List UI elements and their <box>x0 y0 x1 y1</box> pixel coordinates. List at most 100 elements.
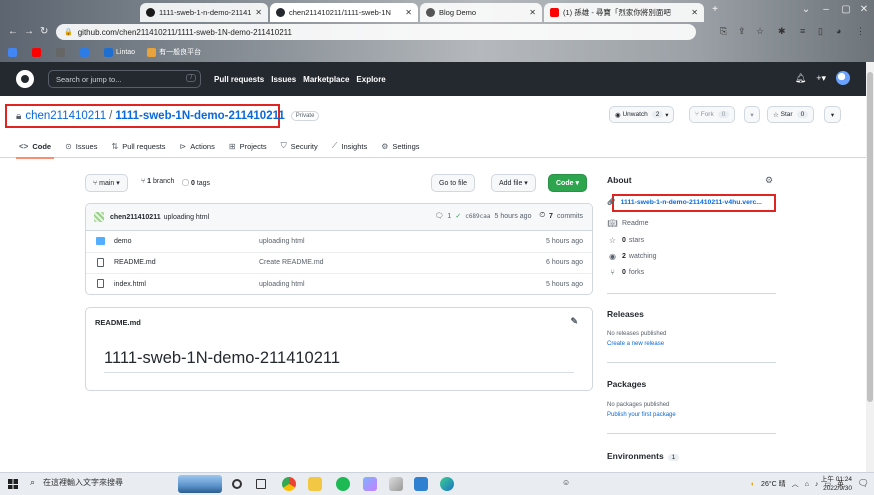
nav-pull-requests[interactable]: Pull requests <box>214 75 264 84</box>
watching-link[interactable]: ◉ 2 watching <box>607 252 657 261</box>
file-commit-message[interactable]: uploading html <box>259 281 305 288</box>
file-commit-message[interactable]: uploading html <box>259 238 305 245</box>
bookmark-star-icon[interactable]: ☆ <box>756 26 764 37</box>
minimize-button[interactable]: – <box>816 4 836 15</box>
branch-select[interactable]: ⑂ main ▾ <box>85 174 128 192</box>
side-panel-icon[interactable]: ▯ <box>818 26 823 37</box>
file-explorer-icon[interactable] <box>308 477 322 491</box>
commits-word[interactable]: commits <box>557 213 583 220</box>
file-commit-message[interactable]: Create README.md <box>259 259 324 266</box>
stars-link[interactable]: ☆ 0 stars <box>607 236 644 245</box>
bookmark-item[interactable]: 有一般良平台 <box>147 47 201 57</box>
branches-link[interactable]: ⑂ 1 branch <box>141 178 174 185</box>
new-tab-button[interactable]: + <box>705 4 725 15</box>
fork-dropdown-button[interactable]: ▾ <box>744 106 760 123</box>
nav-marketplace[interactable]: Marketplace <box>303 75 349 84</box>
tab-actions[interactable]: ⊳ Actions <box>180 134 215 158</box>
environments-title[interactable]: Environments 1 <box>607 451 680 461</box>
tray-chevron-up-icon[interactable]: ︿ <box>792 479 799 489</box>
edge-icon[interactable] <box>440 477 454 491</box>
bookmark-item[interactable] <box>80 47 92 57</box>
table-row[interactable]: README.md Create README.md 6 hours ago <box>86 253 592 274</box>
edit-pencil-icon[interactable]: ✎ <box>570 316 578 327</box>
fork-button[interactable]: ⑂ Fork 0 <box>689 106 736 123</box>
maximize-button[interactable]: ▢ <box>836 4 856 15</box>
page-scrollbar[interactable] <box>866 62 874 472</box>
app-icon[interactable] <box>363 477 377 491</box>
weather-text[interactable]: 26°C 晴 <box>761 479 786 489</box>
taskbar-search-input[interactable]: ⌕ 在這裡輸入文字來搜尋 <box>30 477 123 488</box>
search-highlight-image[interactable] <box>178 475 222 493</box>
table-row[interactable]: demo uploading html 5 hours ago <box>86 231 592 253</box>
packages-title[interactable]: Packages <box>607 379 646 389</box>
bookmark-item[interactable]: Lintao <box>104 47 135 57</box>
tab-code[interactable]: <> Code <box>15 134 55 159</box>
search-input[interactable]: Search or jump to... / <box>48 70 201 88</box>
browser-tab-1[interactable]: 1111-sweb-1-n-demo-211410 ✕ <box>140 3 268 22</box>
check-icon[interactable]: ✓ <box>455 212 461 220</box>
people-icon[interactable]: ☺ <box>562 478 570 487</box>
forks-link[interactable]: ⑂ 0 forks <box>607 268 644 277</box>
tab-close-icon[interactable]: ✕ <box>529 8 536 17</box>
homepage-link[interactable]: 🔗︎ 1111-sweb-1-n-demo-211410211-v4hu.verc… <box>607 198 762 206</box>
tab-settings[interactable]: ⚙ Settings <box>381 134 419 158</box>
gear-icon[interactable]: ⚙ <box>765 175 773 186</box>
app-icon[interactable] <box>389 477 403 491</box>
translate-icon[interactable]: ⎘ <box>720 26 727 37</box>
nav-issues[interactable]: Issues <box>271 75 296 84</box>
tab-insights[interactable]: ⟋ Insights <box>332 134 367 158</box>
spotify-icon[interactable] <box>336 477 350 491</box>
address-bar[interactable]: 🔒 github.com/chen211410211/1111-sweb-1N-… <box>56 24 696 40</box>
chrome-icon[interactable] <box>282 477 296 491</box>
vscode-icon[interactable] <box>414 477 428 491</box>
create-new-plus-icon[interactable]: +▾ <box>816 73 826 84</box>
commit-sha[interactable]: c689caa <box>465 213 490 220</box>
bookmark-item[interactable] <box>56 47 68 57</box>
file-name[interactable]: index.html <box>114 281 146 288</box>
network-icon[interactable]: ⌂ <box>805 481 809 488</box>
tab-pull-requests[interactable]: ⇅ Pull requests <box>111 134 165 158</box>
tab-security[interactable]: ⛉ Security <box>281 134 318 158</box>
forward-icon[interactable]: → <box>24 26 34 37</box>
commit-count[interactable]: 7 <box>549 213 553 220</box>
repo-name-link[interactable]: 1111-sweb-1N-demo-211410211 <box>115 110 284 122</box>
task-view-icon[interactable] <box>256 479 266 489</box>
file-name[interactable]: README.md <box>114 259 156 266</box>
scrollbar-thumb[interactable] <box>867 72 873 402</box>
commit-author[interactable]: chen211410211 <box>110 214 161 221</box>
comment-count[interactable]: 1 <box>447 213 451 220</box>
author-avatar[interactable] <box>94 212 104 222</box>
commit-message[interactable]: uploading html <box>164 214 210 221</box>
tab-issues[interactable]: ⊙ Issues <box>65 134 97 158</box>
tab-search-icon[interactable]: ⌄ <box>796 4 816 15</box>
reading-list-icon[interactable]: ≡ <box>800 26 805 36</box>
close-window-button[interactable]: ✕ <box>854 4 874 15</box>
code-button[interactable]: Code ▾ <box>548 174 587 192</box>
profile-avatar[interactable]: ◕ <box>836 26 841 36</box>
extensions-icon[interactable]: ✱ <box>778 26 786 37</box>
browser-menu-icon[interactable]: ⋮ <box>856 26 865 37</box>
create-release-link[interactable]: Create a new release <box>607 341 664 347</box>
tags-link[interactable]: ⃝ 0 tags <box>189 178 210 188</box>
add-file-button[interactable]: Add file ▾ <box>491 174 536 192</box>
tab-close-icon[interactable]: ✕ <box>405 8 412 17</box>
releases-title[interactable]: Releases <box>607 309 644 319</box>
tab-projects[interactable]: ⊞ Projects <box>229 134 267 158</box>
go-to-file-button[interactable]: Go to file <box>431 174 476 192</box>
nav-explore[interactable]: Explore <box>356 75 385 84</box>
readme-link[interactable]: 📖︎ Readme <box>607 219 648 228</box>
tab-close-icon[interactable]: ✕ <box>255 8 262 17</box>
notification-center-icon[interactable]: 🗨︎ <box>858 478 869 489</box>
repo-owner-link[interactable]: chen211410211 <box>25 110 106 122</box>
taskbar-clock[interactable]: 上午 01:24 2022/9/30 <box>821 475 852 493</box>
volume-icon[interactable]: ♪ <box>815 481 819 488</box>
weather-icon[interactable]: ◐ <box>751 481 755 488</box>
file-name[interactable]: demo <box>114 238 132 245</box>
publish-package-link[interactable]: Publish your first package <box>607 412 676 418</box>
browser-tab-4[interactable]: (1) 孫雄 - 尋寶「烈家你將別面吧 ✕ <box>544 3 704 22</box>
browser-tab-2[interactable]: chen211410211/1111-sweb-1N ✕ <box>270 3 418 22</box>
unwatch-button[interactable]: ◉ Unwatch 2 ▾ <box>609 106 675 123</box>
bookmark-item[interactable] <box>8 47 20 57</box>
reload-icon[interactable]: ↻ <box>40 26 48 37</box>
notifications-bell-icon[interactable]: 🔔︎ <box>795 73 806 84</box>
